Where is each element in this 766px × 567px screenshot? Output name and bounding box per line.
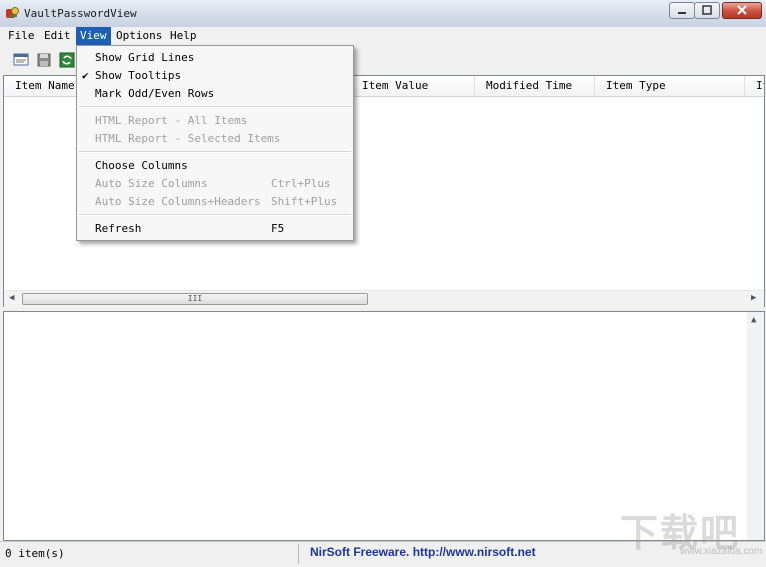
menu-item-mark-odd-even-rows[interactable]: Mark Odd/Even Rows [77, 85, 353, 103]
menu-options[interactable]: Options [112, 27, 166, 45]
shortcut-label: F5 [271, 222, 285, 235]
app-key-icon [5, 6, 20, 21]
menu-item-auto-size-columns-headers: Auto Size Columns+Headers Shift+Plus [77, 193, 353, 211]
menu-item-auto-size-columns: Auto Size Columns Ctrl+Plus [77, 175, 353, 193]
title-bar[interactable]: VaultPasswordView [0, 0, 766, 28]
horizontal-scrollbar[interactable]: ◀ III ▶ [4, 290, 764, 307]
shortcut-label: Ctrl+Plus [271, 177, 331, 190]
save-icon [37, 53, 51, 67]
menu-item-choose-columns[interactable]: Choose Columns [77, 157, 353, 175]
scroll-left-icon[interactable]: ◀ [9, 293, 14, 303]
view-dropdown-menu: Show Grid Lines ✔ Show Tooltips Mark Odd… [76, 45, 354, 241]
menu-bar: File Edit View Options Help [0, 27, 766, 45]
menu-item-show-grid-lines[interactable]: Show Grid Lines [77, 49, 353, 67]
close-button[interactable] [722, 2, 762, 19]
close-icon [737, 5, 747, 15]
scroll-right-icon[interactable]: ▶ [751, 293, 756, 303]
column-header-item-value[interactable]: Item Value [351, 76, 475, 96]
shortcut-label: Shift+Plus [271, 195, 338, 208]
menu-item-html-report-all: HTML Report - All Items [95, 114, 248, 127]
status-divider [298, 544, 299, 564]
scrollbar-grip: III [187, 294, 203, 303]
refresh-button[interactable] [58, 51, 76, 69]
menu-separator [79, 106, 351, 108]
column-header-modified-time[interactable]: Modified Time [475, 76, 595, 96]
nirsoft-link[interactable]: NirSoft Freeware. http://www.nirsoft.net [310, 545, 536, 559]
refresh-icon [59, 52, 75, 68]
menu-item-show-tooltips[interactable]: ✔ Show Tooltips [77, 67, 353, 85]
menu-item-refresh[interactable]: Refresh F5 [77, 220, 353, 238]
menu-help[interactable]: Help [166, 27, 201, 45]
vertical-scrollbar[interactable]: ▲ [747, 312, 764, 540]
menu-item-html-report-selected: HTML Report - Selected Items [95, 132, 281, 145]
column-header-item-type[interactable]: Item Type [595, 76, 745, 96]
properties-icon [13, 53, 29, 66]
scroll-up-icon[interactable]: ▲ [751, 315, 756, 325]
menu-separator [79, 151, 351, 153]
item-count: 0 item(s) [5, 547, 65, 560]
maximize-button[interactable] [694, 2, 720, 19]
column-header-partial[interactable]: It [745, 76, 764, 96]
watermark-url: www.xiazaiba.com [680, 546, 763, 557]
menu-file[interactable]: File [4, 27, 39, 45]
scrollbar-thumb[interactable]: III [22, 293, 368, 305]
menu-separator [79, 214, 351, 216]
properties-button[interactable] [12, 51, 30, 69]
save-button[interactable] [35, 51, 53, 69]
checkmark-icon: ✔ [82, 69, 89, 82]
minimize-button[interactable] [669, 2, 695, 19]
window-title: VaultPasswordView [24, 7, 137, 20]
menu-view[interactable]: View [76, 27, 111, 45]
menu-edit[interactable]: Edit [40, 27, 75, 45]
